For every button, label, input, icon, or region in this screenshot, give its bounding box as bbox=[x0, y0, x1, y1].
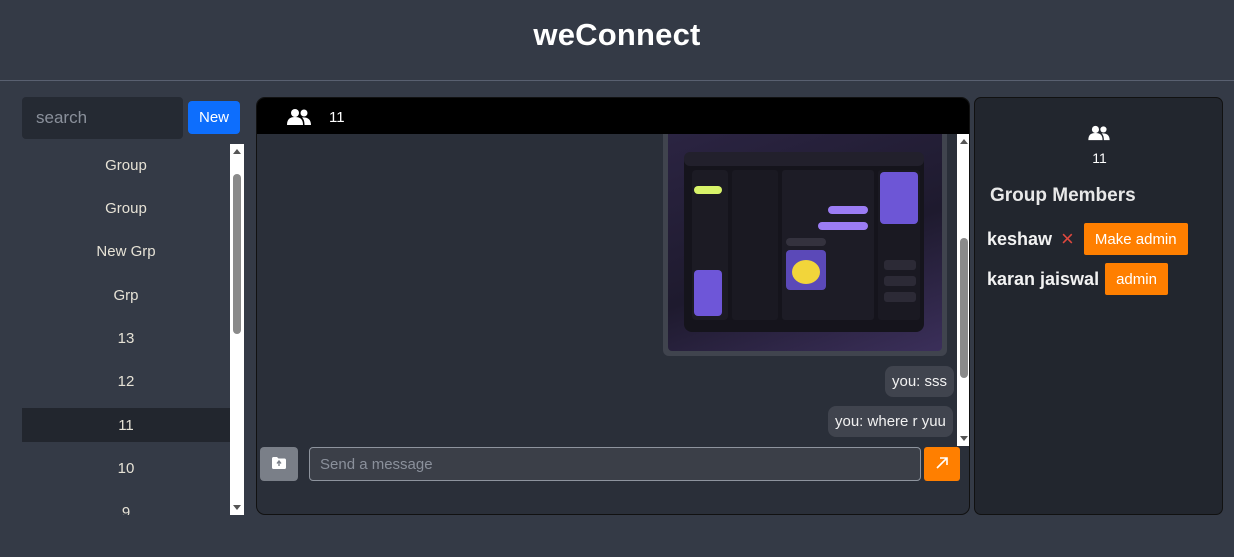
group-list-item[interactable]: 12 bbox=[22, 365, 230, 399]
group-list-item[interactable]: Grp bbox=[22, 278, 230, 312]
folder-icon bbox=[272, 456, 286, 469]
app-title: weConnect bbox=[533, 17, 701, 52]
scrollbar-thumb[interactable] bbox=[233, 174, 241, 334]
app-header: weConnect bbox=[0, 0, 1234, 81]
attach-file-button[interactable] bbox=[260, 447, 298, 481]
group-list-item[interactable]: 13 bbox=[22, 322, 230, 356]
member-row: karan jaiswal admin bbox=[987, 263, 1168, 295]
group-list-item[interactable]: 9 bbox=[22, 495, 230, 515]
chat-panel: 11 you: sss you: where r yuu Send a mess… bbox=[256, 97, 970, 515]
admin-badge-button[interactable]: admin bbox=[1105, 263, 1168, 295]
members-panel: 11 Group Members keshaw × Make admin kar… bbox=[974, 97, 1223, 515]
make-admin-button[interactable]: Make admin bbox=[1083, 223, 1188, 255]
image-message[interactable] bbox=[663, 134, 947, 356]
scroll-down-icon[interactable] bbox=[233, 505, 241, 510]
remove-member-icon[interactable]: × bbox=[1061, 228, 1074, 250]
group-list-item[interactable]: Group bbox=[22, 191, 230, 225]
group-list-item[interactable]: New Grp bbox=[22, 235, 230, 269]
member-name: karan jaiswal bbox=[987, 268, 1100, 289]
message-bubble: you: sss bbox=[885, 366, 955, 397]
group-list-item[interactable]: 10 bbox=[22, 452, 230, 486]
shared-screenshot-image bbox=[668, 134, 942, 351]
scroll-up-icon[interactable] bbox=[233, 149, 241, 154]
users-icon bbox=[287, 109, 311, 125]
scrollbar-thumb[interactable] bbox=[960, 238, 968, 378]
scroll-down-icon[interactable] bbox=[960, 436, 968, 441]
group-list-item[interactable]: Group bbox=[22, 148, 230, 182]
message-input[interactable] bbox=[309, 447, 921, 481]
search-input[interactable] bbox=[22, 97, 183, 139]
members-title: Group Members bbox=[990, 185, 1136, 206]
group-list[interactable]: Group Group New Grp Grp 13 12 11 10 9 bbox=[22, 148, 230, 515]
arrow-up-right-icon bbox=[936, 456, 948, 469]
users-icon bbox=[1088, 125, 1110, 141]
chat-member-count: 11 bbox=[329, 109, 345, 126]
members-count: 11 bbox=[1092, 150, 1107, 166]
group-list-scrollbar[interactable] bbox=[230, 144, 244, 515]
chat-header: 11 bbox=[257, 98, 969, 134]
group-list-item[interactable]: 11 bbox=[22, 408, 230, 443]
chat-scrollbar[interactable] bbox=[957, 134, 969, 446]
screenshot-thumbnail-graphic bbox=[684, 152, 924, 332]
send-button[interactable] bbox=[924, 447, 960, 481]
scroll-up-icon[interactable] bbox=[960, 139, 968, 144]
member-name: keshaw bbox=[987, 228, 1053, 249]
member-row: keshaw × Make admin bbox=[987, 223, 1188, 255]
message-bubble: you: where r yuu bbox=[828, 406, 953, 437]
new-group-button[interactable]: New bbox=[188, 101, 240, 134]
